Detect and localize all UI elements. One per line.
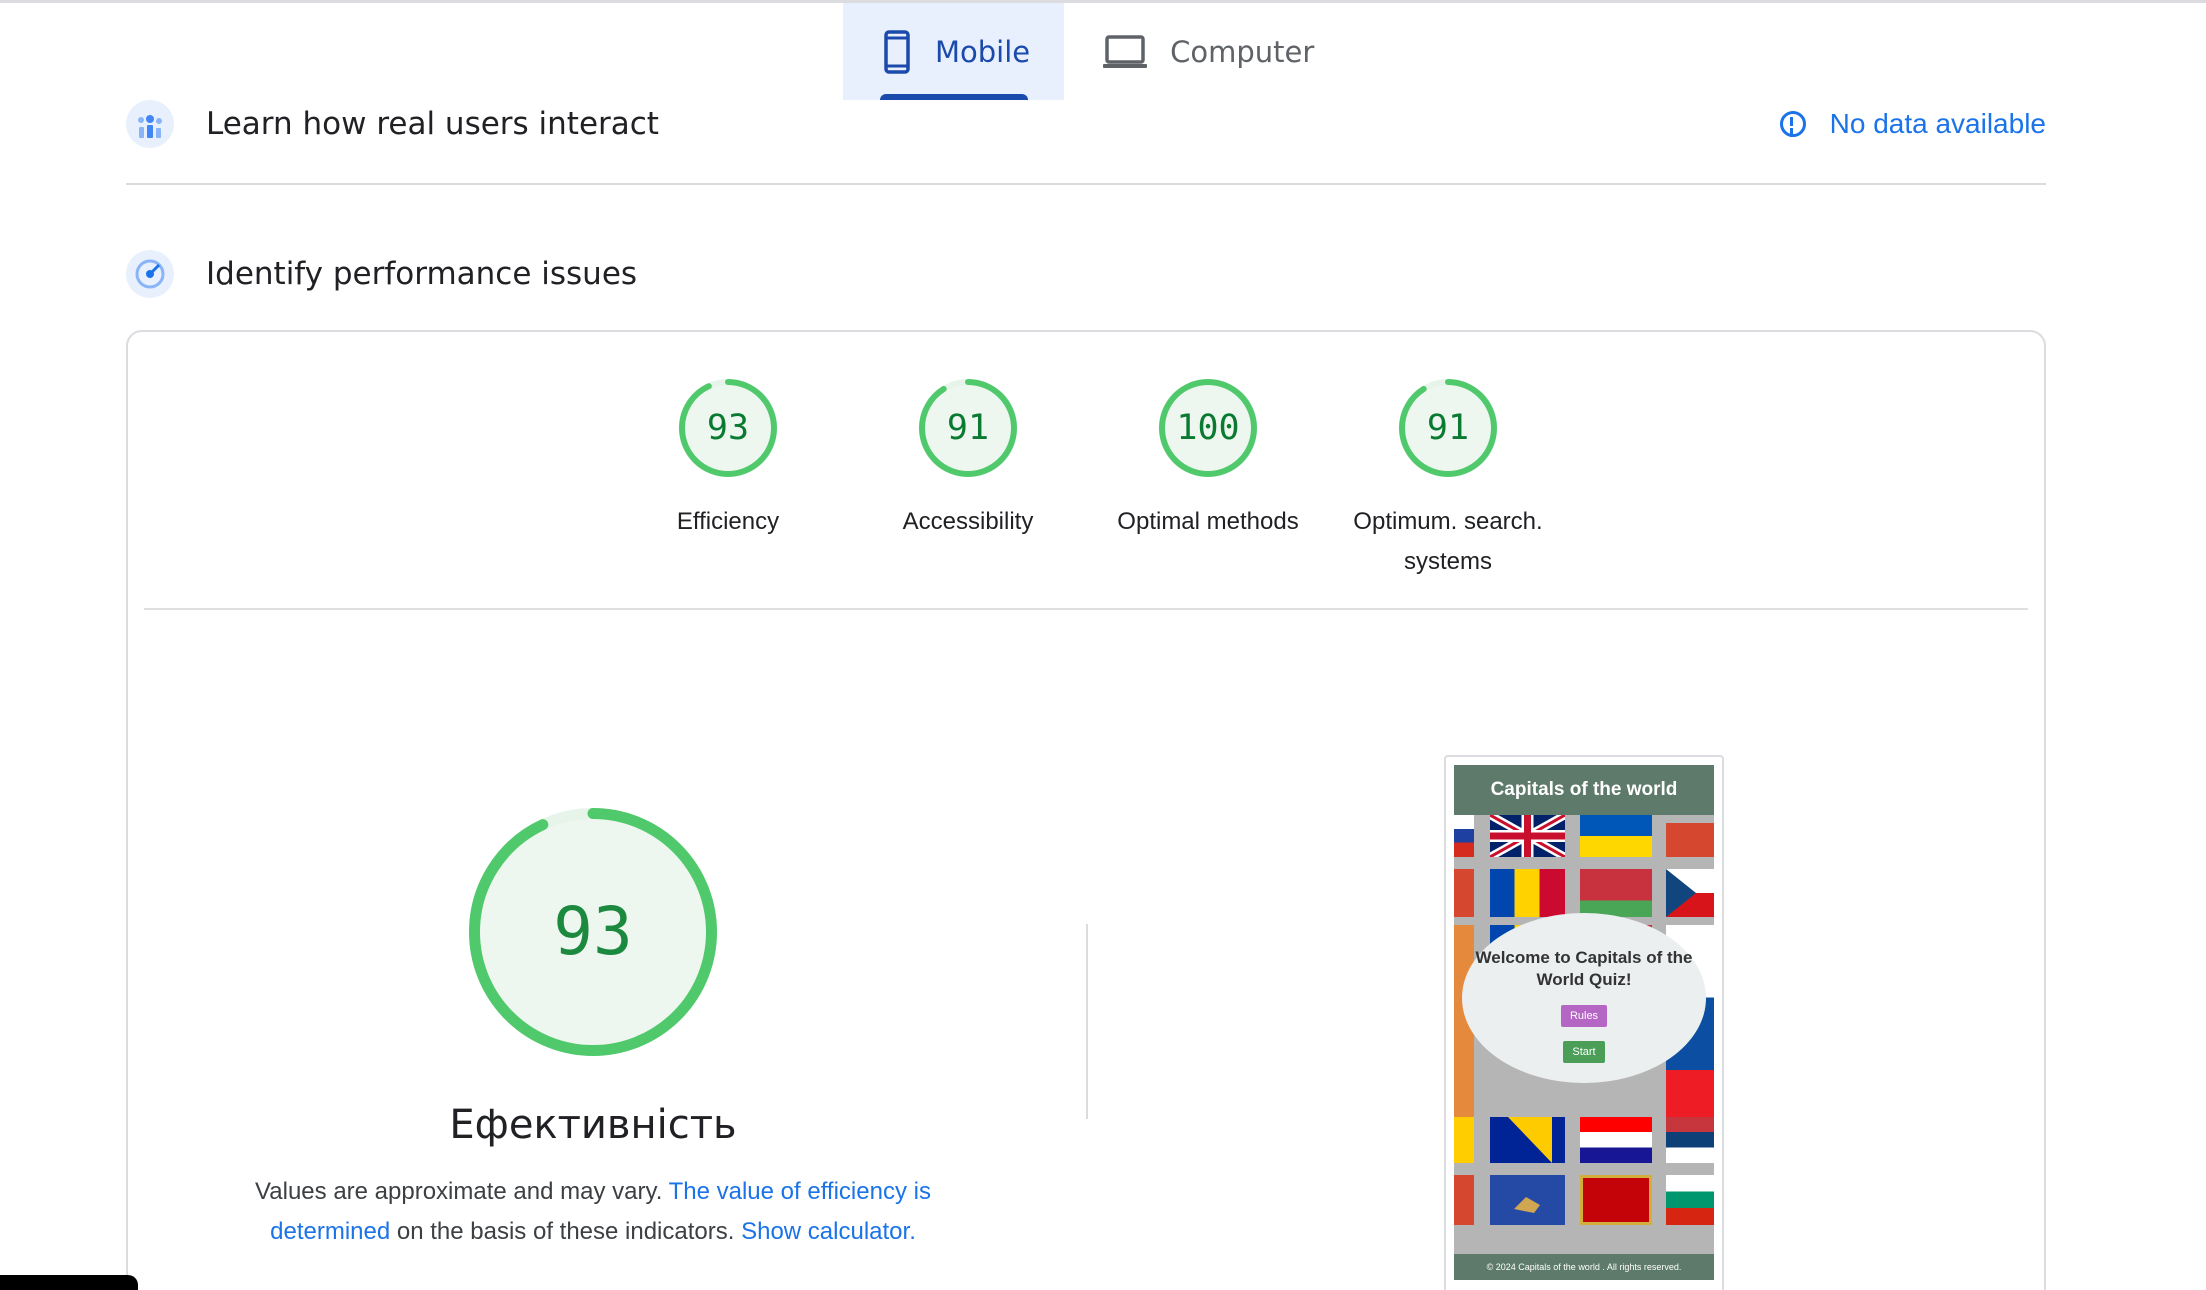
- gauge-accessibility[interactable]: 91 Accessibility: [868, 378, 1068, 542]
- field-data-title: Learn how real users interact: [206, 106, 659, 142]
- flag-bulgaria: [1666, 1175, 1714, 1225]
- main-score-gauge: 93: [468, 807, 718, 1057]
- desc-text: Values are approximate and may vary.: [255, 1178, 663, 1205]
- card-divider: [144, 608, 2028, 610]
- flag-montenegro: [1580, 1175, 1652, 1225]
- tab-computer-label: Computer: [1170, 34, 1315, 69]
- flag-croatia: [1580, 1117, 1652, 1163]
- flag-russia: [1454, 815, 1474, 857]
- gauge-ring: 91: [918, 378, 1018, 478]
- flag-belarus: [1580, 869, 1652, 917]
- gauge-score: 93: [706, 408, 750, 448]
- gauge-ring: 93: [678, 378, 778, 478]
- start-button[interactable]: Start: [1563, 1041, 1605, 1063]
- flag-moldova: [1490, 869, 1565, 917]
- welcome-modal: Welcome to Capitals of the World Quiz! R…: [1462, 913, 1706, 1083]
- gauge-score: 100: [1176, 408, 1240, 448]
- main-score-title: Ефективність: [449, 1102, 737, 1148]
- flag-red-2: [1454, 869, 1474, 917]
- main-score-value: 93: [553, 893, 633, 970]
- flag-yellow: [1454, 1117, 1474, 1163]
- tab-computer[interactable]: Computer: [1064, 3, 1348, 100]
- gauge-efficiency[interactable]: 93 Efficiency: [628, 378, 828, 542]
- tab-mobile[interactable]: Mobile: [843, 3, 1065, 100]
- corner-overlay: [0, 1275, 138, 1290]
- flag-ukraine: [1580, 815, 1652, 857]
- gauge-ring: 100: [1158, 378, 1258, 478]
- gauge-label: Optimal methods: [1117, 508, 1299, 535]
- gauge-score: 91: [946, 408, 990, 448]
- screenshot-footer: © 2024 Capitals of the world . All right…: [1454, 1254, 1714, 1280]
- page-screenshot: Welcome to Capitals of the World Quiz! R…: [1444, 755, 1724, 1290]
- lab-data-title: Identify performance issues: [206, 256, 638, 292]
- no-data-link[interactable]: No data available: [1779, 108, 2046, 140]
- tab-mobile-label: Mobile: [935, 34, 1031, 69]
- report-card: 93 Efficiency 91 Accessibility 100 Optim…: [126, 330, 2046, 1290]
- laptop-icon: [1102, 29, 1148, 75]
- gauge-seo[interactable]: 91 Optimum. search. systems: [1348, 378, 1548, 582]
- section-divider: [126, 183, 2046, 185]
- flag-serbia: [1666, 1117, 1714, 1163]
- smartphone-icon: [881, 29, 913, 75]
- show-calculator-link[interactable]: Show calculator.: [741, 1218, 916, 1245]
- info-icon: [1779, 111, 1806, 137]
- gauge-label: Efficiency: [676, 508, 780, 535]
- desc-text-middle: on the basis of these indicators.: [396, 1218, 735, 1245]
- vertical-separator: [1086, 924, 1088, 1119]
- lighthouse-icon: [126, 250, 174, 298]
- gauge-optimal-methods[interactable]: 100 Optimal methods: [1108, 378, 1308, 542]
- flag-red: [1666, 823, 1714, 857]
- welcome-text: Welcome to Capitals of the World Quiz!: [1475, 948, 1693, 989]
- flag-czech: [1666, 869, 1714, 917]
- flag-kosovo: [1490, 1175, 1565, 1225]
- lab-data-header: Identify performance issues: [126, 250, 2046, 298]
- flag-red-4: [1454, 1175, 1474, 1225]
- gauge-ring: 91: [1398, 378, 1498, 478]
- screenshot-content: Welcome to Capitals of the World Quiz! R…: [1454, 765, 1714, 1280]
- no-data-label: No data available: [1829, 108, 2046, 139]
- gauge-score: 91: [1426, 408, 1470, 448]
- main-score-description: Values are approximate and may vary. The…: [238, 1172, 948, 1252]
- flag-uk: [1488, 811, 1567, 861]
- rules-button[interactable]: Rules: [1560, 1005, 1608, 1027]
- flag-bosnia: [1490, 1117, 1565, 1163]
- gauge-label: Optimum. search. systems: [1353, 508, 1543, 575]
- field-data-header: Learn how real users interact No data av…: [126, 100, 2046, 148]
- users-chart-icon: [126, 100, 174, 148]
- gauge-label: Accessibility: [902, 508, 1034, 535]
- device-tabs: Mobile Computer: [843, 3, 1348, 100]
- screenshot-header: Capitals of the world: [1454, 765, 1714, 815]
